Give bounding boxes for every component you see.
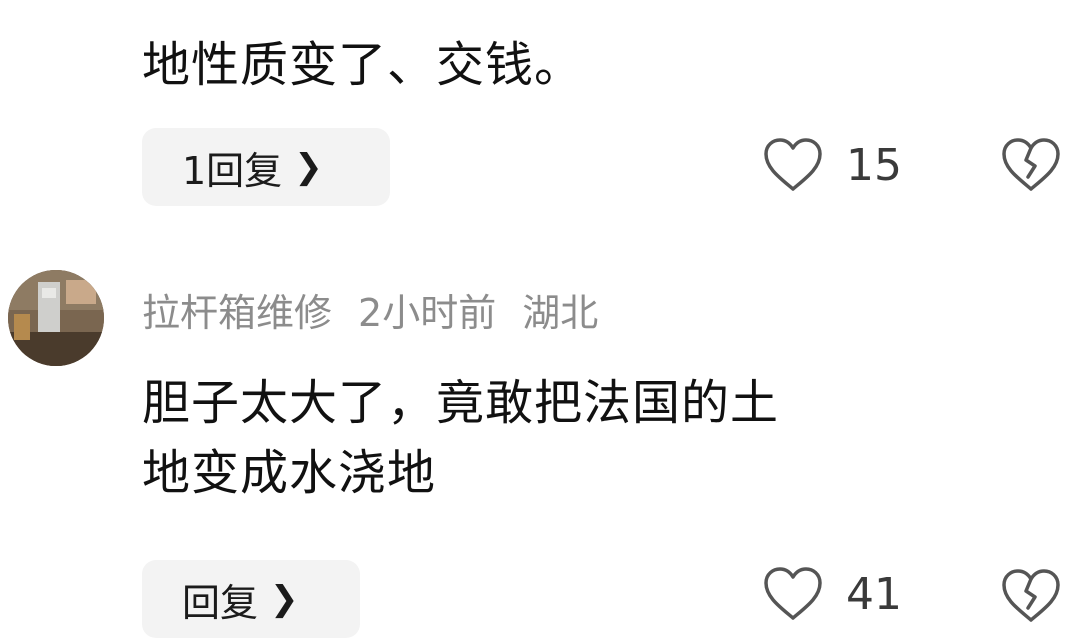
- like-count: 15: [846, 139, 902, 191]
- comment-meta: 拉杆箱维修 2小时前 湖北: [142, 282, 598, 337]
- comment-text: 地性质变了、交钱。: [142, 37, 584, 93]
- dislike-button[interactable]: [1000, 137, 1062, 197]
- chevron-right-icon: ❯: [270, 579, 299, 619]
- username[interactable]: 拉杆箱维修: [142, 282, 332, 337]
- like-count: 41: [846, 568, 902, 620]
- dislike-button[interactable]: [1000, 568, 1062, 628]
- avatar[interactable]: [8, 270, 104, 366]
- like-button[interactable]: 15: [762, 137, 902, 193]
- reply-label: 回复: [182, 580, 259, 625]
- location: 湖北: [522, 291, 599, 335]
- broken-heart-icon: [1002, 138, 1060, 191]
- reply-button[interactable]: 1回复 ❯: [142, 128, 390, 206]
- comment-text: 胆子太大了，竟敢把法国的土 地变成水浇地: [142, 375, 780, 501]
- broken-heart-icon: [1002, 569, 1060, 622]
- reply-label: 1回复: [182, 148, 283, 193]
- heart-outline-icon: [764, 138, 822, 191]
- avatar-image: [8, 270, 104, 366]
- timestamp: 2小时前: [358, 291, 497, 335]
- chevron-right-icon: ❯: [294, 147, 323, 187]
- heart-outline-icon: [764, 567, 822, 620]
- like-button[interactable]: 41: [762, 566, 902, 622]
- reply-button[interactable]: 回复 ❯: [142, 560, 360, 638]
